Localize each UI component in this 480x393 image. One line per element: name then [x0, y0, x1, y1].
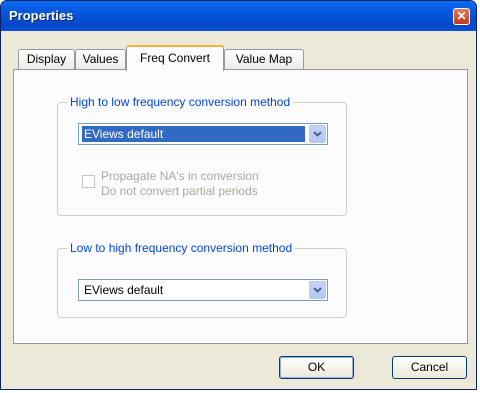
chevron-down-icon: [313, 287, 322, 293]
low-to-high-label: Low to high frequency conversion method: [67, 241, 296, 255]
close-icon: ✕: [456, 9, 467, 23]
close-button[interactable]: ✕: [453, 8, 470, 25]
high-to-low-label: High to low frequency conversion method: [67, 95, 294, 109]
propagate-na-label: Propagate NA's in conversion: [101, 169, 259, 183]
tab-value-map[interactable]: Value Map: [224, 49, 304, 70]
ok-button[interactable]: OK: [279, 356, 354, 379]
tab-display[interactable]: Display: [18, 49, 75, 70]
high-to-low-method-select[interactable]: EViews default: [78, 123, 328, 145]
high-to-low-group: High to low frequency conversion method …: [57, 95, 347, 216]
low-to-high-group: Low to high frequency conversion method …: [57, 241, 347, 318]
properties-dialog: Properties ✕ Display Values Freq Convert…: [0, 0, 477, 390]
high-to-low-dropdown-button[interactable]: [309, 125, 326, 143]
cancel-button[interactable]: Cancel: [392, 356, 467, 379]
low-to-high-dropdown-button[interactable]: [309, 281, 326, 299]
title-bar[interactable]: Properties ✕: [1, 1, 476, 31]
tab-freq-convert[interactable]: Freq Convert: [126, 45, 224, 71]
freq-convert-panel: High to low frequency conversion method …: [13, 69, 468, 344]
window-title: Properties: [9, 8, 74, 23]
chevron-down-icon: [313, 131, 322, 137]
no-partial-periods-label: Do not convert partial periods: [101, 184, 258, 198]
low-to-high-method-select[interactable]: EViews default: [78, 279, 328, 301]
tab-values[interactable]: Values: [75, 49, 126, 70]
high-to-low-selected-value: EViews default: [82, 126, 305, 142]
low-to-high-selected-value: EViews default: [84, 283, 164, 297]
propagate-na-checkbox[interactable]: [82, 175, 95, 188]
